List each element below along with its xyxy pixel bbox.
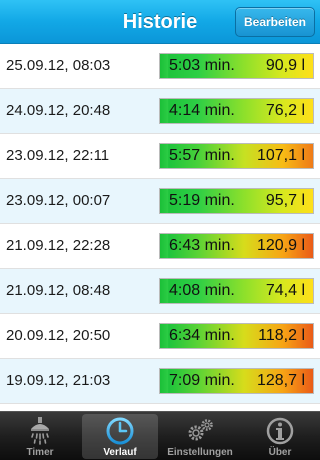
usage-bar: 5:19 min. 95,7 l bbox=[159, 188, 314, 214]
tab-label: Verlauf bbox=[103, 447, 137, 458]
row-volume: 128,7 l bbox=[256, 372, 305, 389]
row-volume: 118,2 l bbox=[258, 327, 305, 344]
tab-label: Timer bbox=[26, 447, 54, 458]
row-volume: 90,9 l bbox=[265, 57, 305, 74]
history-row[interactable]: 21.09.12, 08:48 4:08 min. 74,4 l bbox=[0, 269, 320, 314]
gears-icon bbox=[188, 419, 213, 441]
history-row[interactable]: 23.09.12, 00:07 5:19 min. 95,7 l bbox=[0, 179, 320, 224]
usage-bar: 7:09 min. 128,7 l bbox=[159, 368, 314, 394]
row-date: 21.09.12, 08:48 bbox=[6, 282, 111, 299]
edit-button[interactable]: Bearbeiten bbox=[235, 7, 315, 37]
row-duration: 5:03 min. bbox=[169, 57, 235, 74]
history-row[interactable]: 20.09.12, 20:50 6:34 min. 118,2 l bbox=[0, 314, 320, 359]
history-row[interactable]: 21.09.12, 22:28 6:43 min. 120,9 l bbox=[0, 224, 320, 269]
row-date: 19.09.12, 21:03 bbox=[6, 372, 111, 389]
navigation-bar: Historie Bearbeiten bbox=[0, 0, 320, 44]
tab-verlauf[interactable]: Verlauf bbox=[82, 414, 158, 459]
row-date: 23.09.12, 22:11 bbox=[6, 147, 110, 164]
usage-bar: 6:43 min. 120,9 l bbox=[159, 233, 314, 259]
row-duration: 5:57 min. bbox=[169, 147, 235, 164]
info-icon bbox=[266, 417, 294, 445]
row-duration: 4:08 min. bbox=[169, 282, 235, 299]
row-date: 21.09.12, 22:28 bbox=[6, 237, 111, 254]
tab-ueber[interactable]: Über bbox=[242, 414, 318, 459]
usage-bar: 6:34 min. 118,2 l bbox=[159, 323, 314, 349]
tab-label: Einstellungen bbox=[167, 447, 233, 458]
row-date: 23.09.12, 00:07 bbox=[6, 192, 111, 209]
row-volume: 74,4 l bbox=[265, 282, 305, 299]
row-duration: 7:09 min. bbox=[169, 372, 235, 389]
history-row-partial[interactable] bbox=[0, 404, 320, 410]
row-volume: 76,2 l bbox=[265, 102, 305, 119]
shower-icon bbox=[31, 417, 49, 445]
history-row[interactable]: 19.09.12, 21:03 7:09 min. 128,7 l bbox=[0, 359, 320, 404]
usage-bar: 5:03 min. 90,9 l bbox=[159, 53, 314, 79]
tab-bar: Timer Verlauf Einstellungen Über bbox=[0, 411, 320, 460]
usage-bar: 4:14 min. 76,2 l bbox=[159, 98, 314, 124]
row-date: 24.09.12, 20:48 bbox=[6, 102, 111, 119]
row-duration: 5:19 min. bbox=[169, 192, 235, 209]
history-row[interactable]: 24.09.12, 20:48 4:14 min. 76,2 l bbox=[0, 89, 320, 134]
tab-einstellungen[interactable]: Einstellungen bbox=[162, 414, 238, 459]
row-date: 25.09.12, 08:03 bbox=[6, 57, 111, 74]
row-volume: 120,9 l bbox=[256, 237, 305, 254]
row-date: 20.09.12, 20:50 bbox=[6, 327, 111, 344]
clock-icon bbox=[106, 417, 134, 445]
row-duration: 6:34 min. bbox=[169, 327, 235, 344]
usage-bar: 5:57 min. 107,1 l bbox=[159, 143, 314, 169]
row-duration: 6:43 min. bbox=[169, 237, 235, 254]
history-list[interactable]: 25.09.12, 08:03 5:03 min. 90,9 l 24.09.1… bbox=[0, 44, 320, 410]
row-volume: 107,1 l bbox=[256, 147, 305, 164]
usage-bar: 4:08 min. 74,4 l bbox=[159, 278, 314, 304]
history-row[interactable]: 25.09.12, 08:03 5:03 min. 90,9 l bbox=[0, 44, 320, 89]
tab-label: Über bbox=[268, 447, 292, 458]
history-row[interactable]: 23.09.12, 22:11 5:57 min. 107,1 l bbox=[0, 134, 320, 179]
tab-timer[interactable]: Timer bbox=[2, 414, 78, 459]
row-duration: 4:14 min. bbox=[169, 102, 235, 119]
row-volume: 95,7 l bbox=[265, 192, 305, 209]
